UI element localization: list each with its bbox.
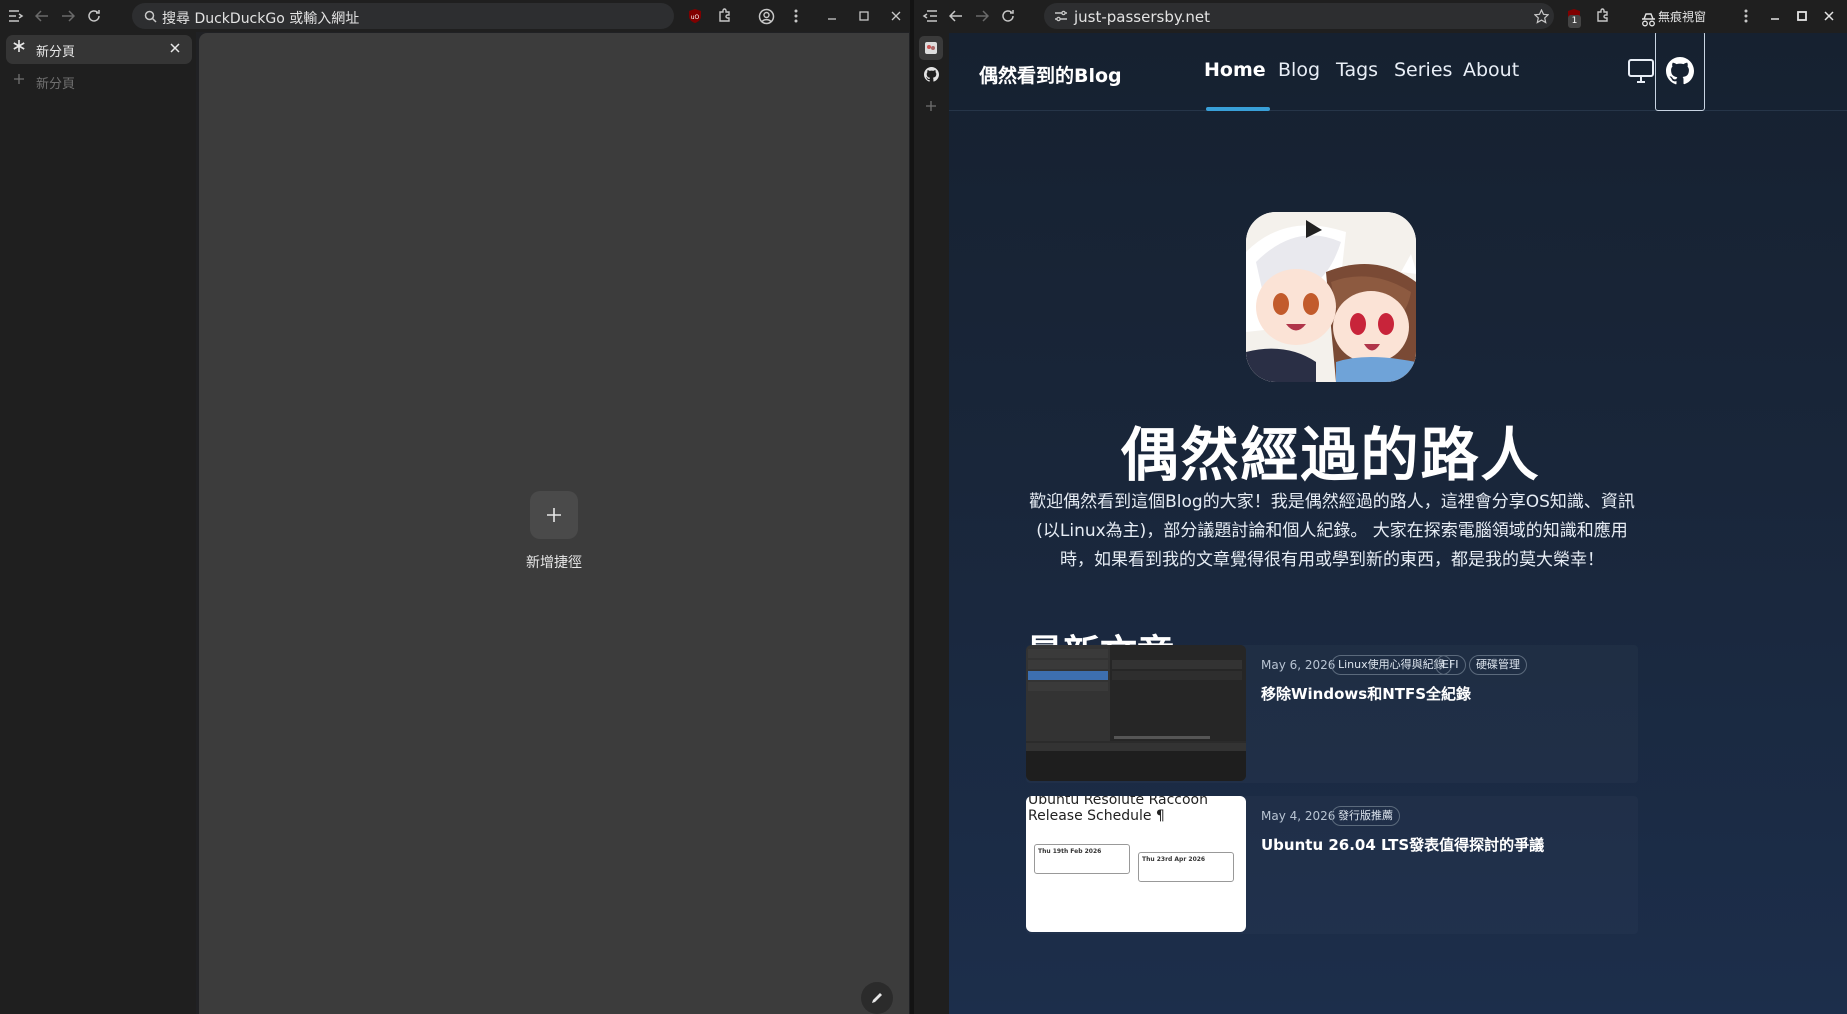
post-tag[interactable]: 硬碟管理 xyxy=(1469,655,1527,675)
menu-icon[interactable] xyxy=(784,4,808,28)
tab-new-tab[interactable]: 新分頁 xyxy=(6,35,192,64)
vertical-tab-strip: 新分頁 新分頁 xyxy=(0,32,196,1014)
reload-icon[interactable] xyxy=(996,4,1020,28)
ublock-icon[interactable]: uO xyxy=(683,4,707,28)
post-tag[interactable]: Linux使用心得與紀錄 xyxy=(1331,655,1452,675)
profile-icon[interactable] xyxy=(754,4,778,28)
site-header: 偶然看到的Blog Home Blog Tags Series About xyxy=(949,33,1847,111)
maximize-icon[interactable] xyxy=(852,4,876,28)
nav-blog[interactable]: Blog xyxy=(1278,59,1320,81)
omnibox[interactable]: just-passersby.net xyxy=(1044,3,1554,29)
post-thumbnail[interactable] xyxy=(1026,645,1246,781)
new-tab-plus-icon[interactable] xyxy=(919,94,943,118)
incognito-label: 無痕視窗 xyxy=(1658,10,1707,24)
thumbnail-date-card: Thu 23rd Apr 2026 xyxy=(1138,852,1234,882)
reload-icon[interactable] xyxy=(82,4,106,28)
svg-text:uO: uO xyxy=(691,14,700,21)
plus-icon xyxy=(14,74,24,84)
back-icon[interactable] xyxy=(944,4,968,28)
left-toolbar: 搜尋 DuckDuckGo 或輸入網址 uO xyxy=(0,0,910,32)
github-icon[interactable] xyxy=(1655,33,1705,111)
maximize-icon[interactable] xyxy=(1790,4,1814,28)
nav-series[interactable]: Series xyxy=(1394,59,1452,81)
bookmark-star-icon[interactable] xyxy=(1529,4,1553,28)
hero-title: 偶然經過的路人 xyxy=(1120,421,1541,489)
post-tag[interactable]: 發行版推薦 xyxy=(1331,806,1400,826)
tab-blog-favicon[interactable] xyxy=(919,36,943,60)
post-card[interactable]: May 6, 2026 Linux使用心得與紀錄 EFI 硬碟管理 移除Wind… xyxy=(1026,645,1638,783)
omnibox-placeholder: 搜尋 DuckDuckGo 或輸入網址 xyxy=(162,11,360,27)
desktop: 搜尋 DuckDuckGo 或輸入網址 uO 新分頁 新分頁 新增捷徑 just… xyxy=(0,0,1847,1014)
blog-page: 偶然看到的Blog Home Blog Tags Series About 偶然… xyxy=(949,33,1847,1014)
minimize-icon[interactable] xyxy=(1763,4,1787,28)
forward-icon[interactable] xyxy=(56,4,80,28)
close-icon[interactable] xyxy=(884,4,908,28)
tab-github-icon[interactable] xyxy=(919,62,943,86)
post-date: May 6, 2026 xyxy=(1261,658,1336,672)
post-tag[interactable]: EFI xyxy=(1435,655,1466,675)
tab-label: 新分頁 xyxy=(36,45,76,60)
forward-icon[interactable] xyxy=(970,4,994,28)
post-card[interactable]: Ubuntu Resolute Raccoon Release Schedule… xyxy=(1026,796,1638,934)
nav-home[interactable]: Home xyxy=(1204,59,1266,81)
extension-badge: 1 xyxy=(1568,15,1581,28)
add-shortcut-label: 新增捷徑 xyxy=(526,555,582,571)
hero-description: 歡迎偶然看到這個Blog的大家！我是偶然經過的路人，這裡會分享OS知識、資訊(以… xyxy=(1029,492,1635,570)
pencil-icon xyxy=(870,991,884,1005)
customize-button[interactable] xyxy=(861,982,893,1014)
new-tab-button[interactable]: 新分頁 xyxy=(10,68,190,92)
extensions-icon[interactable] xyxy=(713,4,737,28)
right-browser-window: just-passersby.net 1 無痕視窗 偶然看到的Blog Home… xyxy=(914,0,1847,1014)
minimize-icon[interactable] xyxy=(820,4,844,28)
post-thumbnail[interactable]: Ubuntu Resolute Raccoon Release Schedule… xyxy=(1026,796,1246,932)
omnibox[interactable]: 搜尋 DuckDuckGo 或輸入網址 xyxy=(132,3,674,29)
nav-about[interactable]: About xyxy=(1463,59,1519,81)
new-tab-page: 新增捷徑 xyxy=(199,33,909,1014)
active-nav-indicator xyxy=(1206,107,1270,111)
site-settings-icon[interactable] xyxy=(1049,4,1073,28)
plus-icon xyxy=(547,508,561,522)
vertical-tab-strip xyxy=(914,32,948,1014)
site-title[interactable]: 偶然看到的Blog xyxy=(979,61,1122,88)
back-icon[interactable] xyxy=(30,4,54,28)
close-icon[interactable] xyxy=(1817,4,1841,28)
post-title[interactable]: 移除Windows和NTFS全紀錄 xyxy=(1261,683,1471,704)
extensions-icon[interactable] xyxy=(1591,4,1615,28)
url-text: just-passersby.net xyxy=(1074,8,1210,26)
right-toolbar: just-passersby.net 1 無痕視窗 xyxy=(914,0,1847,32)
add-shortcut-button[interactable] xyxy=(530,491,578,539)
avatar xyxy=(1246,212,1416,382)
search-icon xyxy=(138,4,162,28)
thumbnail-caption: Ubuntu Resolute Raccoon Release Schedule… xyxy=(1028,796,1208,824)
asterisk-icon xyxy=(12,39,26,53)
new-tab-label: 新分頁 xyxy=(36,77,76,92)
theme-toggle-icon[interactable] xyxy=(1625,55,1657,87)
left-browser-window: 搜尋 DuckDuckGo 或輸入網址 uO 新分頁 新分頁 新增捷徑 xyxy=(0,0,910,1014)
post-date: May 4, 2026 xyxy=(1261,809,1336,823)
vertical-tabs-icon[interactable] xyxy=(918,4,942,28)
incognito-icon xyxy=(1636,8,1660,32)
thumbnail-date-card: Thu 19th Feb 2026 xyxy=(1034,844,1130,874)
nav-tags[interactable]: Tags xyxy=(1336,59,1378,81)
menu-icon[interactable] xyxy=(1734,4,1758,28)
post-title[interactable]: Ubuntu 26.04 LTS發表值得探討的爭議 xyxy=(1261,834,1544,855)
vertical-tabs-icon[interactable] xyxy=(4,4,28,28)
tab-close-icon[interactable] xyxy=(170,43,180,53)
